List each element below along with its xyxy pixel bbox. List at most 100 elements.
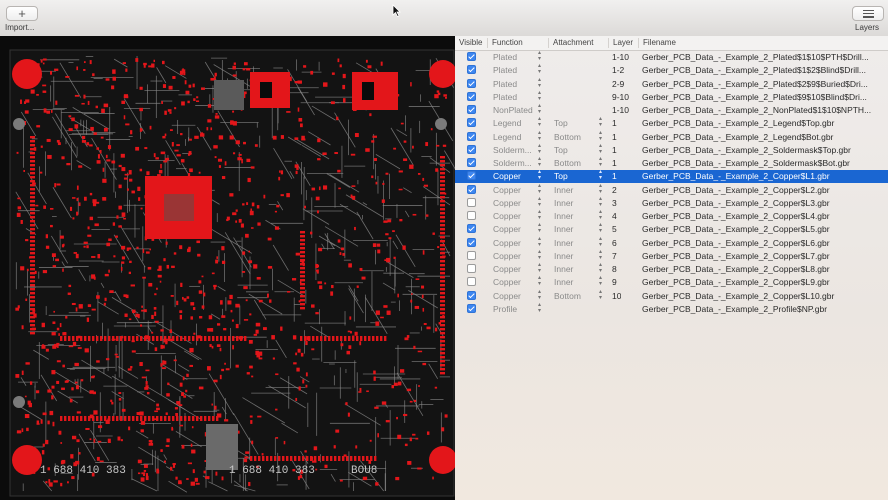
attachment-stepper-icon[interactable]: ▴ ▾	[599, 262, 602, 274]
function-stepper-icon[interactable]: ▴ ▾	[538, 169, 541, 181]
visible-checkbox[interactable]	[467, 158, 476, 167]
visible-checkbox[interactable]	[467, 290, 476, 300]
copper-pad	[30, 300, 35, 303]
attachment-stepper-icon[interactable]: ▴ ▾	[599, 130, 602, 142]
visible-checkbox[interactable]	[467, 78, 476, 88]
copper-pad	[293, 362, 297, 365]
attachment-stepper-icon[interactable]: ▴ ▾	[599, 209, 602, 221]
table-row[interactable]: NonPlated ▴ ▾ 1-10 Gerber_PCB_Data_-_Example…	[455, 103, 888, 117]
table-row[interactable]: Copper ▴ ▾ Inner ▴ ▾ 8 Gerber_PCB_Data_-_Exampl…	[455, 262, 888, 276]
table-row[interactable]: Plated ▴ ▾ 9-10 Gerber_PCB_Data_-_Example_2_…	[455, 90, 888, 104]
copper-pad	[30, 316, 35, 319]
attachment-stepper-icon[interactable]: ▴ ▾	[599, 249, 602, 261]
table-row[interactable]: Copper ▴ ▾ Bottom ▴ ▾ 10 Gerber_PCB_Data_-_Exam…	[455, 289, 888, 303]
copper-pad	[181, 444, 185, 449]
attachment-stepper-icon[interactable]: ▴ ▾	[599, 156, 602, 168]
table-row[interactable]: Plated ▴ ▾ 2-9 Gerber_PCB_Data_-_Example_2_P…	[455, 77, 888, 91]
visible-checkbox[interactable]	[467, 264, 476, 273]
visible-checkbox[interactable]	[467, 118, 476, 128]
copper-pad	[232, 212, 237, 216]
copper-pad	[68, 284, 72, 288]
table-row[interactable]: Copper ▴ ▾ Inner ▴ ▾ 9 Gerber_PCB_Data_-_Exampl…	[455, 275, 888, 289]
function-stepper-icon[interactable]: ▴ ▾	[538, 143, 541, 155]
visible-checkbox[interactable]	[467, 105, 476, 114]
visible-checkbox[interactable]	[467, 184, 476, 194]
function-stepper-icon[interactable]: ▴ ▾	[538, 50, 541, 62]
table-row[interactable]: Legend ▴ ▾ Top ▴ ▾ 1 Gerber_PCB_Data_-_Example_…	[455, 116, 888, 130]
copper-pad	[374, 456, 377, 461]
column-header-attachment[interactable]: Attachment	[548, 38, 593, 48]
copper-pad	[40, 419, 43, 424]
column-header-visible[interactable]: Visible	[459, 38, 482, 47]
table-row[interactable]: Copper ▴ ▾ Inner ▴ ▾ 6 Gerber_PCB_Data_-_Exampl…	[455, 236, 888, 250]
import-button[interactable]: +	[6, 6, 38, 21]
pcb-canvas[interactable]: 1 688 410 383 1 688 410 383 BOU8	[0, 36, 455, 500]
visible-checkbox[interactable]	[467, 144, 476, 154]
visible-checkbox[interactable]	[467, 171, 476, 181]
column-header-filename[interactable]: Filename	[638, 38, 676, 48]
function-stepper-icon[interactable]: ▴ ▾	[538, 302, 541, 314]
copper-pad	[30, 192, 35, 195]
attachment-stepper-icon[interactable]: ▴ ▾	[599, 196, 602, 208]
copper-pad	[256, 205, 260, 209]
function-stepper-icon[interactable]: ▴ ▾	[538, 249, 541, 261]
column-header-function[interactable]: Function	[487, 38, 523, 48]
table-row[interactable]: Profile ▴ ▾ Gerber_PCB_Data_-_Example_2_Pro…	[455, 302, 888, 316]
table-row[interactable]: Solderm... ▴ ▾ Top ▴ ▾ 1 Gerber_PCB_Data_-_Exam…	[455, 143, 888, 157]
copper-pad	[186, 373, 189, 377]
function-stepper-icon[interactable]: ▴ ▾	[538, 262, 541, 274]
function-stepper-icon[interactable]: ▴ ▾	[538, 222, 541, 234]
column-header-layer[interactable]: Layer	[608, 38, 633, 48]
table-row[interactable]: Copper ▴ ▾ Inner ▴ ▾ 4 Gerber_PCB_Data_-_Exampl…	[455, 209, 888, 223]
copper-pad	[215, 471, 218, 476]
visible-checkbox[interactable]	[467, 303, 476, 313]
function-stepper-icon[interactable]: ▴ ▾	[538, 236, 541, 248]
table-row[interactable]: Copper ▴ ▾ Inner ▴ ▾ 5 Gerber_PCB_Data_-_Exampl…	[455, 222, 888, 236]
copper-pad	[171, 428, 174, 431]
attachment-stepper-icon[interactable]: ▴ ▾	[599, 143, 602, 155]
attachment-stepper-icon[interactable]: ▴ ▾	[599, 169, 602, 181]
visible-checkbox[interactable]	[467, 237, 476, 247]
function-stepper-icon[interactable]: ▴ ▾	[538, 183, 541, 195]
function-stepper-icon[interactable]: ▴ ▾	[538, 77, 541, 89]
attachment-stepper-icon[interactable]: ▴ ▾	[599, 183, 602, 195]
visible-checkbox[interactable]	[467, 211, 476, 220]
visible-checkbox[interactable]	[467, 197, 476, 207]
function-stepper-icon[interactable]: ▴ ▾	[538, 275, 541, 287]
table-row[interactable]: Plated ▴ ▾ 1-2 Gerber_PCB_Data_-_Example_2_P…	[455, 63, 888, 77]
visible-checkbox[interactable]	[467, 224, 476, 234]
mounting-hole	[12, 59, 42, 89]
function-stepper-icon[interactable]: ▴ ▾	[538, 116, 541, 128]
table-row[interactable]: Copper ▴ ▾ Inner ▴ ▾ 7 Gerber_PCB_Data_-_Exampl…	[455, 249, 888, 263]
function-stepper-icon[interactable]: ▴ ▾	[538, 289, 541, 301]
table-row[interactable]: Solderm... ▴ ▾ Bottom ▴ ▾ 1 Gerber_PCB_Data_-_E…	[455, 156, 888, 170]
attachment-stepper-icon[interactable]: ▴ ▾	[599, 236, 602, 248]
visible-checkbox[interactable]	[467, 250, 476, 260]
table-row[interactable]: Plated ▴ ▾ 1-10 Gerber_PCB_Data_-_Example_2_…	[455, 50, 888, 64]
visible-checkbox[interactable]	[467, 277, 476, 287]
function-stepper-icon[interactable]: ▴ ▾	[538, 90, 541, 102]
function-cell: Copper	[493, 250, 521, 261]
function-stepper-icon[interactable]: ▴ ▾	[538, 103, 541, 115]
function-stepper-icon[interactable]: ▴ ▾	[538, 196, 541, 208]
function-stepper-icon[interactable]: ▴ ▾	[538, 130, 541, 142]
attachment-stepper-icon[interactable]: ▴ ▾	[599, 289, 602, 301]
visible-checkbox[interactable]	[467, 91, 476, 101]
table-row[interactable]: Copper ▴ ▾ Inner ▴ ▾ 3 Gerber_PCB_Data_-_Exampl…	[455, 196, 888, 210]
table-row[interactable]: Legend ▴ ▾ Bottom ▴ ▾ 1 Gerber_PCB_Data_-_Examp…	[455, 130, 888, 144]
copper-pad	[130, 284, 135, 287]
layers-button[interactable]	[852, 6, 884, 21]
visible-checkbox[interactable]	[467, 131, 476, 141]
attachment-stepper-icon[interactable]: ▴ ▾	[599, 275, 602, 287]
table-row[interactable]: Copper ▴ ▾ Inner ▴ ▾ 2 Gerber_PCB_Data_-_Exampl…	[455, 183, 888, 197]
copper-pad	[300, 291, 305, 294]
visible-checkbox[interactable]	[467, 65, 476, 75]
function-stepper-icon[interactable]: ▴ ▾	[538, 63, 541, 75]
function-stepper-icon[interactable]: ▴ ▾	[538, 156, 541, 168]
visible-checkbox[interactable]	[467, 52, 476, 61]
copper-pad	[182, 296, 184, 300]
attachment-stepper-icon[interactable]: ▴ ▾	[599, 116, 602, 128]
function-stepper-icon[interactable]: ▴ ▾	[538, 209, 541, 221]
table-row[interactable]: Copper ▴ ▾ Top ▴ ▾ 1 Gerber_PCB_Data_-_Example_…	[455, 169, 888, 184]
attachment-stepper-icon[interactable]: ▴ ▾	[599, 222, 602, 234]
